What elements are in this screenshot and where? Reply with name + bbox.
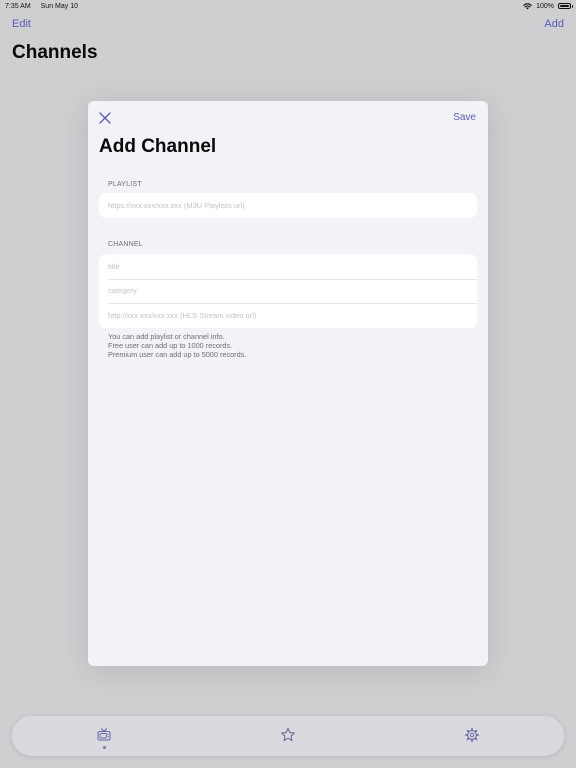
channel-url-field: [99, 303, 477, 328]
tab-channels[interactable]: [96, 727, 112, 749]
save-button[interactable]: Save: [453, 112, 476, 123]
status-time: 7:35 AM: [5, 2, 31, 10]
status-right: 100%: [523, 2, 573, 10]
channel-section-label: CHANNEL: [108, 241, 143, 248]
note-line: Free user can add up to 1000 records.: [108, 341, 233, 350]
page-title: Channels: [12, 42, 98, 63]
battery-fill: [560, 5, 569, 7]
playlist-section-label: PLAYLIST: [108, 181, 142, 188]
modal-title: Add Channel: [99, 136, 217, 157]
channel-category-field: [99, 278, 477, 304]
gear-icon: [464, 727, 480, 743]
channel-title-input[interactable]: [108, 261, 477, 271]
nav-bar: Edit Add: [0, 18, 576, 34]
status-bar: 7:35 AM Sun May 10 100%: [0, 0, 576, 12]
add-button[interactable]: Add: [544, 18, 564, 34]
tab-bar: [12, 716, 564, 756]
star-icon: [281, 727, 295, 742]
tv-icon: [97, 728, 111, 741]
playlist-url-input[interactable]: [108, 200, 477, 210]
playlist-url-field: [99, 193, 477, 218]
note-line: Premium user can add up to 5000 records.: [108, 350, 247, 359]
selected-tab-indicator: [102, 746, 106, 749]
note-line: You can add playlist or channel info.: [108, 332, 225, 341]
battery-percent: 100%: [536, 2, 554, 10]
channel-url-input[interactable]: [108, 310, 477, 320]
channel-title-field: [99, 254, 477, 279]
status-date: Sun May 10: [40, 2, 78, 10]
battery-icon: [558, 3, 573, 9]
edit-button[interactable]: Edit: [12, 18, 31, 34]
wifi-icon: [523, 2, 532, 9]
channel-group: [99, 254, 477, 328]
info-note: You can add playlist or channel info. Fr…: [108, 332, 246, 359]
status-left: 7:35 AM Sun May 10: [5, 3, 86, 10]
channel-category-input[interactable]: [108, 286, 477, 296]
tab-favorites[interactable]: [280, 727, 296, 743]
playlist-group: [99, 193, 477, 218]
tab-settings[interactable]: [464, 727, 480, 743]
close-icon[interactable]: [98, 111, 112, 125]
add-channel-modal: Save Add Channel PLAYLIST CHANNEL You ca…: [88, 101, 488, 666]
